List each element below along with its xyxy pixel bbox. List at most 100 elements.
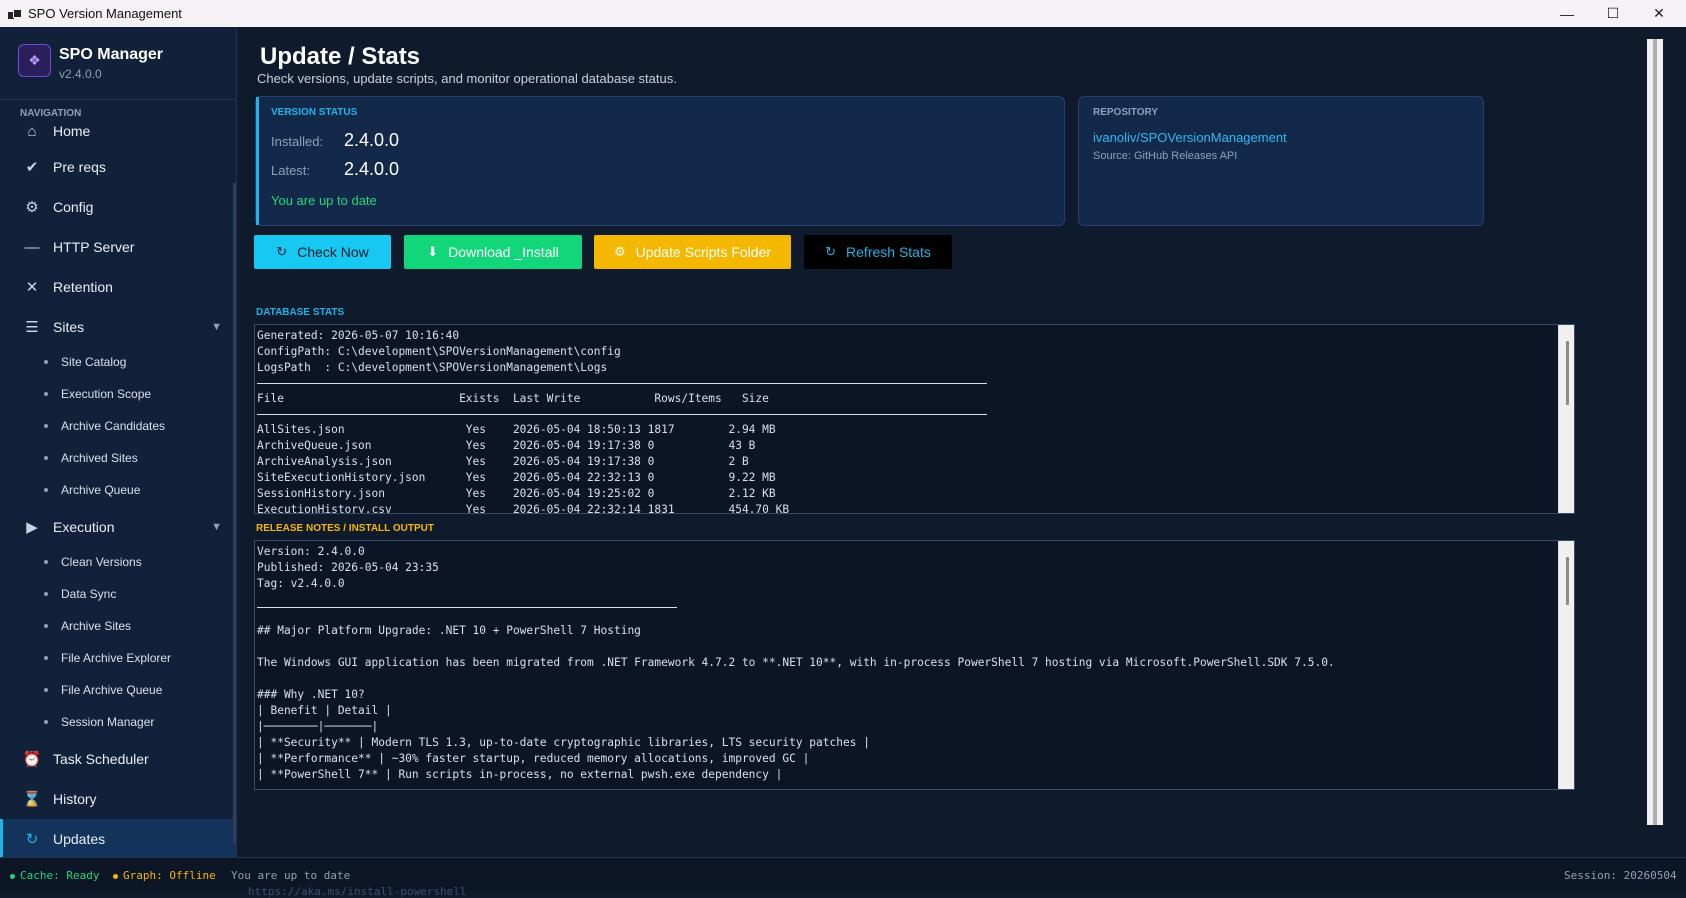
scrollbar-thumb[interactable] — [1653, 39, 1657, 825]
app-icon — [8, 8, 22, 19]
sidebar-item-label: Config — [53, 199, 94, 215]
sidebar-item-history[interactable]: ⌛ History — [0, 779, 236, 819]
version-status-label: VERSION STATUS — [271, 107, 358, 118]
sidebar-subitem-archive-sites[interactable]: Archive Sites — [0, 611, 236, 641]
sidebar-subitem-clean-versions[interactable]: Clean Versions — [0, 547, 236, 577]
bullet-icon — [44, 360, 48, 364]
brand-version: v2.4.0.0 — [59, 67, 102, 81]
button-label: Update Scripts Folder — [635, 244, 772, 260]
repository-source: Source: GitHub Releases API — [1093, 150, 1238, 162]
sidebar-item-label: History — [53, 791, 97, 807]
graph-status-text: Graph: Offline — [123, 869, 216, 882]
release-notes-header: Version: 2.4.0.0 Published: 2026-05-04 2… — [257, 545, 439, 590]
sidebar-subitem-archived-sites[interactable]: Archived Sites — [0, 443, 236, 473]
sidebar-item-label: Execution — [53, 519, 115, 535]
release-notes-label: RELEASE NOTES / INSTALL OUTPUT — [256, 523, 434, 534]
database-stats-output[interactable]: Generated: 2026-05-07 10:16:40 ConfigPat… — [254, 324, 1575, 514]
refresh-icon: ↻ — [825, 244, 837, 259]
latest-value: 2.4.0.0 — [344, 159, 400, 179]
installed-value: 2.4.0.0 — [344, 130, 400, 150]
download-install-button[interactable]: ⬇ Download _Install — [404, 235, 582, 269]
sidebar-subitem-file-archive-explorer[interactable]: File Archive Explorer — [0, 643, 236, 673]
sidebar-subitem-label: Session Manager — [61, 715, 155, 729]
gear-icon: ⚙ — [613, 244, 626, 259]
page-subtitle: Check versions, update scripts, and moni… — [257, 71, 677, 86]
minimize-icon[interactable]: — — [1544, 0, 1590, 27]
list-icon: ☰ — [25, 319, 39, 336]
refresh-stats-button[interactable]: ↻ Refresh Stats — [804, 235, 952, 269]
sidebar-item-retention[interactable]: ✕ Retention — [0, 267, 236, 307]
gear-icon: ⚙ — [25, 199, 39, 216]
cache-status-text: Cache: Ready — [20, 869, 100, 882]
sidebar-subitem-archive-candidates[interactable]: Archive Candidates — [0, 411, 236, 441]
sidebar-item-label: Sites — [53, 319, 85, 335]
sidebar-subitem-archive-queue[interactable]: Archive Queue — [0, 475, 236, 505]
sidebar-item-home[interactable]: ⌂ Home — [0, 111, 236, 151]
sidebar-item-http-server[interactable]: — HTTP Server — [0, 227, 236, 267]
db-stats-header: Generated: 2026-05-07 10:16:40 ConfigPat… — [257, 329, 621, 374]
bullet-icon — [44, 592, 48, 596]
sidebar-subitem-site-catalog[interactable]: Site Catalog — [0, 347, 236, 377]
refresh-icon: ↻ — [276, 244, 288, 259]
sidebar-item-sites[interactable]: ☰ Sites ▼ — [0, 307, 236, 347]
latest-label: Latest: — [271, 163, 311, 178]
sidebar-scrollbar[interactable] — [233, 183, 236, 843]
sidebar-item-label: HTTP Server — [53, 239, 135, 255]
sidebar-subitem-execution-scope[interactable]: Execution Scope — [0, 379, 236, 409]
db-stats-columns: File Exists Last Write Rows/Items Size — [257, 392, 769, 405]
minus-icon: — — [24, 238, 40, 256]
brand-name: SPO Manager — [59, 46, 164, 63]
card-accent-bar — [256, 97, 259, 225]
status-bar: Cache: Ready Graph: Offline You are up t… — [0, 857, 1686, 898]
sidebar-subitem-data-sync[interactable]: Data Sync — [0, 579, 236, 609]
divider — [257, 607, 677, 608]
sidebar-subitem-label: Data Sync — [61, 587, 117, 601]
divider — [257, 414, 987, 415]
scrollbar[interactable] — [1558, 325, 1574, 513]
sidebar-subitem-label: File Archive Queue — [61, 683, 163, 697]
sidebar-subitem-label: Archived Sites — [61, 451, 138, 465]
repository-card: REPOSITORY ivanoliv/SPOVersionManagement… — [1078, 96, 1484, 226]
bullet-icon — [44, 688, 48, 692]
session-id: Session: 20260504 — [1564, 869, 1677, 882]
app-logo-icon: ❖ — [18, 44, 51, 77]
maximize-icon[interactable]: ☐ — [1590, 0, 1636, 27]
sidebar-item-config[interactable]: ⚙ Config — [0, 187, 236, 227]
sidebar: ❖ SPO Manager v2.4.0.0 NAVIGATION ⌂ Home… — [0, 27, 237, 857]
scrollbar[interactable] — [1558, 541, 1574, 789]
sidebar-subitem-session-manager[interactable]: Session Manager — [0, 707, 236, 737]
page-scrollbar[interactable] — [1647, 39, 1663, 825]
chevron-down-icon: ▼ — [211, 321, 222, 333]
page-title: Update / Stats — [260, 43, 421, 70]
home-icon: ⌂ — [27, 122, 37, 140]
bullet-icon — [44, 560, 48, 564]
update-scripts-folder-button[interactable]: ⚙ Update Scripts Folder — [594, 235, 791, 269]
sidebar-item-execution[interactable]: ▶ Execution ▼ — [0, 507, 236, 547]
button-label: Refresh Stats — [846, 244, 931, 260]
scrollbar-thumb[interactable] — [1566, 341, 1569, 405]
play-icon: ▶ — [26, 519, 38, 536]
sidebar-subitem-file-archive-queue[interactable]: File Archive Queue — [0, 675, 236, 705]
database-stats-label: DATABASE STATS — [256, 307, 345, 318]
hourglass-icon: ⌛ — [22, 791, 42, 808]
installed-label: Installed: — [271, 134, 324, 149]
sidebar-subitem-label: Archive Sites — [61, 619, 132, 633]
sidebar-subitem-label: Archive Queue — [61, 483, 141, 497]
sidebar-item-label: Home — [53, 123, 91, 139]
release-notes-output[interactable]: Version: 2.4.0.0 Published: 2026-05-04 2… — [254, 540, 1575, 790]
sidebar-item-task-scheduler[interactable]: ⏰ Task Scheduler — [0, 739, 236, 779]
x-icon: ✕ — [25, 279, 39, 296]
scrollbar-thumb[interactable] — [1566, 557, 1569, 605]
sidebar-item-prereqs[interactable]: ✔ Pre reqs — [0, 147, 236, 187]
repository-link[interactable]: ivanoliv/SPOVersionManagement — [1093, 130, 1287, 145]
status-dot-icon — [113, 873, 118, 879]
check-now-button[interactable]: ↻ Check Now — [254, 235, 391, 269]
close-icon[interactable]: ✕ — [1636, 0, 1682, 27]
checkmark-icon: ✔ — [25, 159, 39, 176]
graph-status: Graph: Offline — [113, 869, 216, 882]
brand-header: ❖ SPO Manager v2.4.0.0 — [0, 27, 236, 100]
window-title: SPO Version Management — [28, 6, 182, 21]
main-content: Update / Stats Check versions, update sc… — [237, 27, 1686, 857]
sidebar-item-updates[interactable]: ↻ Updates — [0, 819, 236, 857]
button-label: Download _Install — [448, 244, 559, 260]
